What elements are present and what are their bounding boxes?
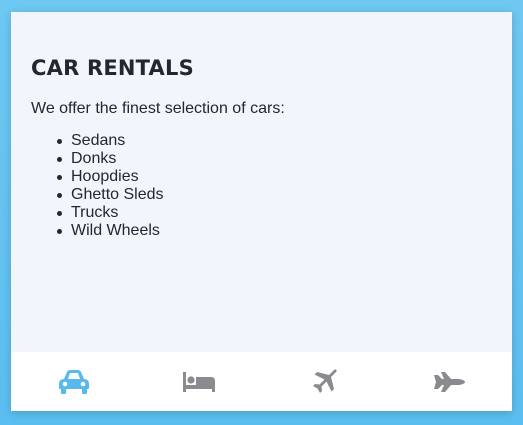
tab-cars[interactable]: [11, 352, 136, 411]
airplane-icon: [313, 368, 337, 393]
tab-hotels[interactable]: [136, 352, 261, 411]
list-item: Wild Wheels: [57, 222, 492, 240]
tab-bar: [11, 352, 512, 411]
jet-icon: [434, 371, 466, 392]
tab-jets[interactable]: [387, 352, 512, 411]
list-item: Trucks: [57, 204, 492, 222]
intro-text: We offer the finest selection of cars:: [31, 100, 285, 117]
list-item: Ghetto Sleds: [57, 186, 492, 204]
list-item: Sedans: [57, 132, 492, 150]
content-area: CAR RENTALS We offer the finest selectio…: [11, 12, 512, 352]
bed-icon: [182, 371, 215, 392]
list-item: Donks: [57, 150, 492, 168]
car-list: Sedans Donks Hoopdies Ghetto Sleds Truck…: [31, 132, 492, 240]
page-title: CAR RENTALS: [31, 56, 194, 80]
tab-flights[interactable]: [262, 352, 387, 411]
car-icon: [58, 369, 89, 394]
rental-card: CAR RENTALS We offer the finest selectio…: [11, 12, 512, 411]
list-item: Hoopdies: [57, 168, 492, 186]
